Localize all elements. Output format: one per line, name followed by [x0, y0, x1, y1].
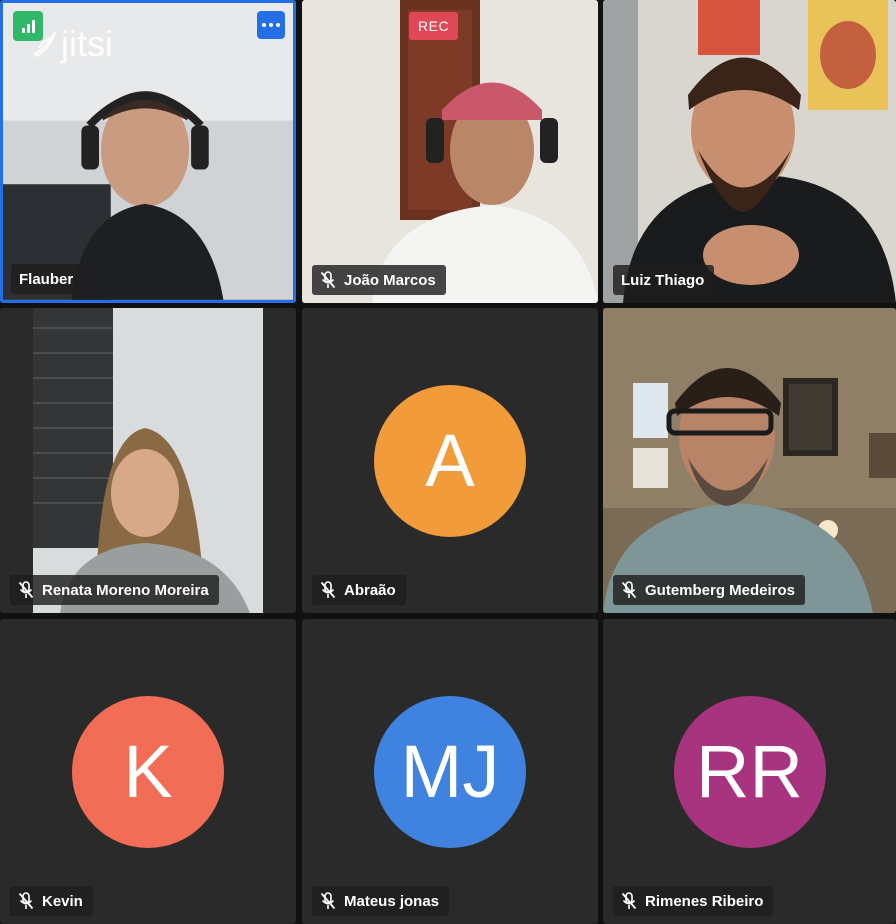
- mic-muted-icon: [320, 581, 336, 599]
- participant-name-label: Luiz Thiago: [613, 265, 715, 295]
- recording-badge: REC: [409, 12, 459, 40]
- participant-tile-rimenes-ribeiro[interactable]: RR Rimenes Ribeiro: [603, 619, 896, 924]
- more-options-button[interactable]: [257, 11, 285, 39]
- dot-icon: [276, 23, 280, 27]
- avatar: RR: [673, 695, 826, 848]
- mic-muted-icon: [621, 892, 637, 910]
- jitsi-logo: jitsi: [31, 23, 113, 65]
- participant-name-label: Kevin: [10, 886, 93, 916]
- avatar: K: [72, 695, 224, 848]
- participant-name-label: Renata Moreno Moreira: [10, 575, 219, 605]
- logo-text: jitsi: [61, 23, 113, 64]
- video-grid: jitsi Flauber REC João Marcos Luiz Thiag…: [0, 0, 896, 924]
- participant-name-label: João Marcos: [312, 265, 446, 295]
- video-feed: [0, 308, 296, 613]
- participant-tile-gutemberg-medeiros[interactable]: Gutemberg Medeiros: [603, 308, 896, 613]
- participant-name-label: Gutemberg Medeiros: [613, 575, 806, 605]
- participant-tile-renata-moreno-moreira[interactable]: Renata Moreno Moreira: [0, 308, 296, 613]
- mic-muted-icon: [18, 892, 34, 910]
- participant-tile-flauber[interactable]: jitsi Flauber: [0, 0, 296, 303]
- connection-indicator-icon[interactable]: [13, 11, 43, 41]
- participant-name-label: Flauber: [11, 264, 84, 294]
- participant-name-label: Mateus jonas: [312, 886, 450, 916]
- mic-muted-icon: [320, 892, 336, 910]
- avatar: MJ: [374, 695, 526, 848]
- video-feed: [603, 0, 896, 303]
- mic-muted-icon: [621, 581, 637, 599]
- participant-tile-abraao[interactable]: A Abraão: [302, 308, 598, 613]
- participant-tile-mateus-jonas[interactable]: MJ Mateus jonas: [302, 619, 598, 924]
- video-feed: [302, 0, 598, 303]
- participant-tile-luiz-thiago[interactable]: Luiz Thiago: [603, 0, 896, 303]
- video-feed: [603, 308, 896, 613]
- participant-tile-joao-marcos[interactable]: REC João Marcos: [302, 0, 598, 303]
- dot-icon: [269, 23, 273, 27]
- dot-icon: [262, 23, 266, 27]
- participant-name-label: Abraão: [312, 575, 406, 605]
- mic-muted-icon: [18, 581, 34, 599]
- participant-tile-kevin[interactable]: K Kevin: [0, 619, 296, 924]
- mic-muted-icon: [320, 271, 336, 289]
- participant-name-label: Rimenes Ribeiro: [613, 886, 774, 916]
- avatar: A: [374, 384, 526, 537]
